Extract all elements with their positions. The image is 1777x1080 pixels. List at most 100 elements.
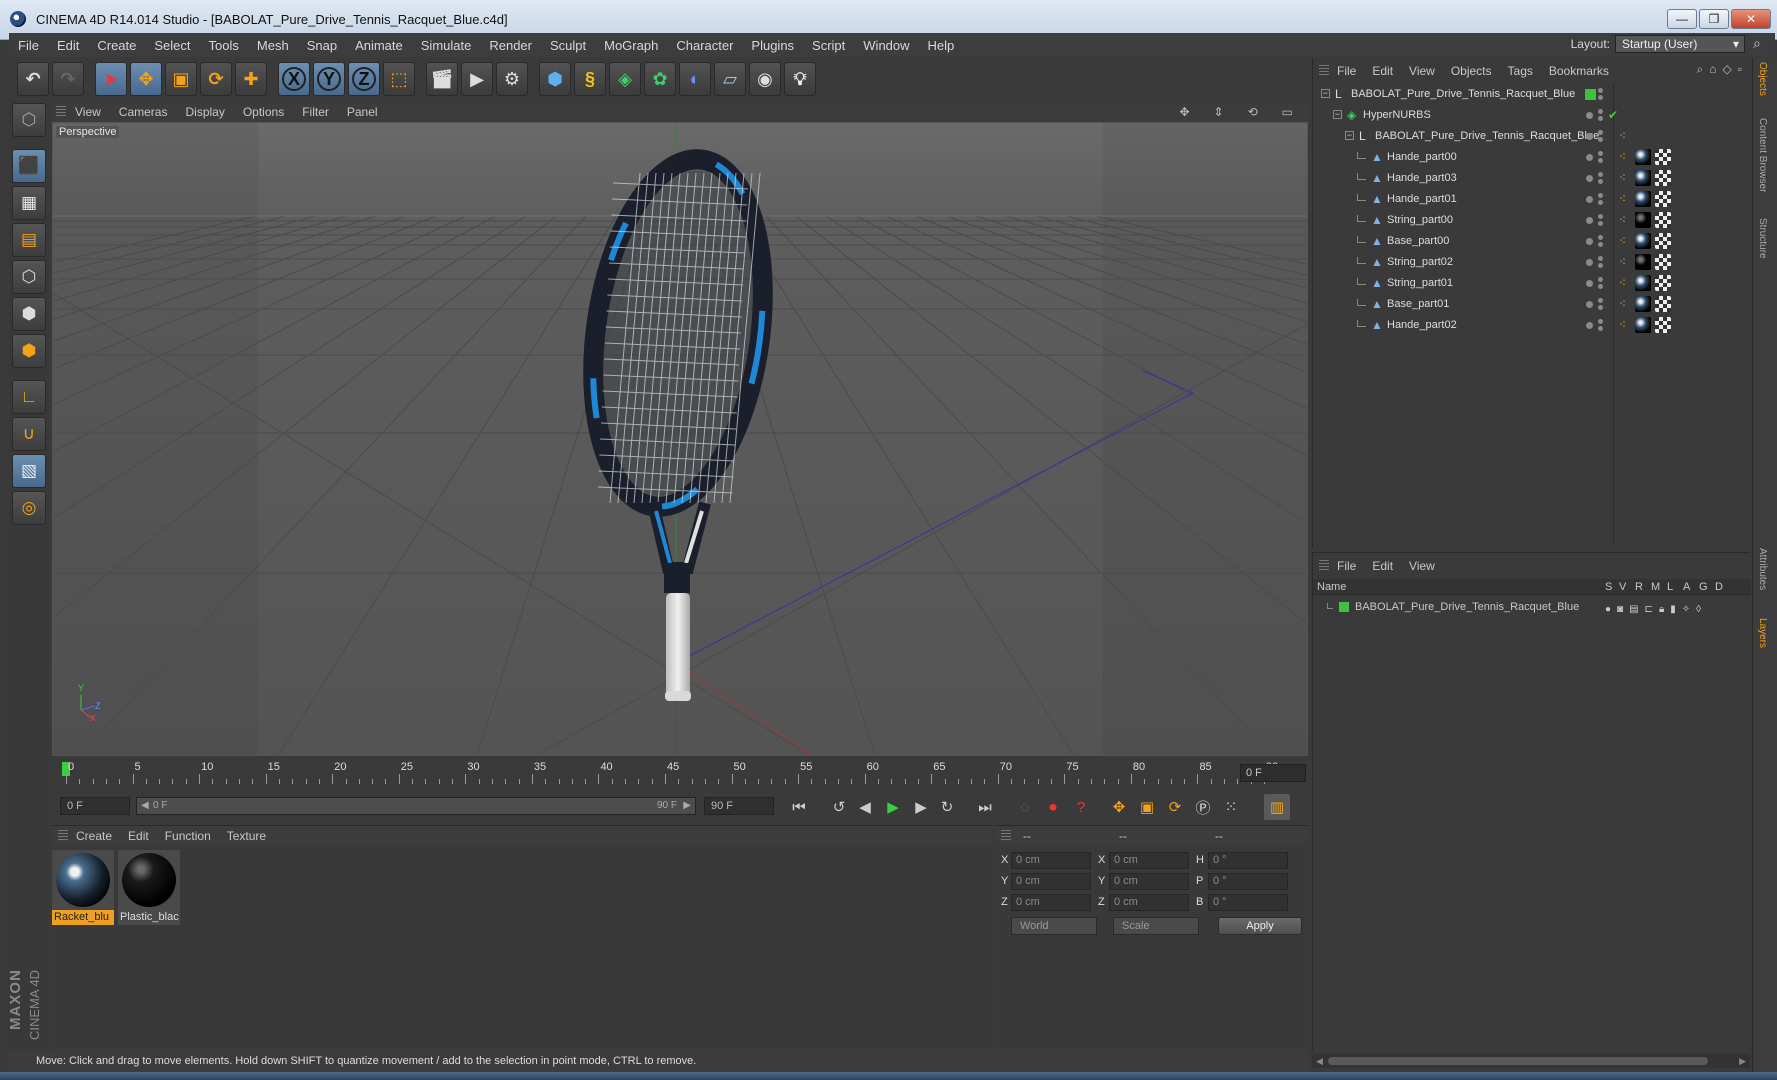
texture-mode-icon[interactable]: ▦: [12, 186, 46, 220]
menu-select[interactable]: Select: [154, 38, 190, 53]
object-row[interactable]: ▲ Base_part01 ⁖: [1313, 294, 1751, 314]
object-menu-objects[interactable]: Objects: [1451, 64, 1492, 78]
next-frame-icon[interactable]: ▶: [908, 794, 934, 820]
axis-mode-icon[interactable]: ∟: [12, 380, 46, 414]
object-menu-bookmarks[interactable]: Bookmarks: [1549, 64, 1609, 78]
key-parameter-icon[interactable]: Ⓟ: [1190, 794, 1216, 820]
rot-h-field[interactable]: 0 °: [1208, 852, 1288, 869]
timeline-window-icon[interactable]: ▥: [1264, 794, 1290, 820]
start-frame-field[interactable]: 0 F: [60, 797, 130, 815]
visibility-dot-icon[interactable]: [1586, 259, 1593, 266]
new-window-icon[interactable]: ▫: [1738, 62, 1742, 77]
menu-plugins[interactable]: Plugins: [751, 38, 794, 53]
coordinate-space-dropdown[interactable]: World: [1011, 917, 1097, 935]
pos-x-field[interactable]: 0 cm: [1011, 852, 1091, 869]
make-editable-icon[interactable]: ⬡: [12, 103, 46, 137]
render-dot-icon[interactable]: [1598, 95, 1603, 100]
coordinate-system-icon[interactable]: ⬚: [383, 62, 415, 96]
panel-grip[interactable]: [56, 106, 66, 118]
render-settings-icon[interactable]: ⚙: [496, 62, 528, 96]
array-icon[interactable]: ✿: [644, 62, 676, 96]
render-dot-icon[interactable]: [1598, 326, 1603, 331]
pos-z-field[interactable]: 0 cm: [1011, 894, 1091, 911]
layer-col-l[interactable]: L: [1667, 579, 1673, 595]
play-icon[interactable]: ▶: [880, 794, 906, 820]
render-dot-icon[interactable]: [1598, 137, 1603, 142]
texture-tag-icon[interactable]: [1655, 149, 1671, 165]
render-dot-icon[interactable]: [1598, 151, 1603, 156]
go-to-end-icon[interactable]: ⏭: [972, 794, 998, 820]
render-dot-icon[interactable]: [1598, 172, 1603, 177]
search-icon[interactable]: ⌕: [1697, 62, 1704, 77]
key-scale-icon[interactable]: ▣: [1134, 794, 1160, 820]
generator-toggle-icon[interactable]: ✧: [1682, 600, 1690, 620]
phong-tag-icon[interactable]: ⁖: [1619, 168, 1626, 188]
solo-toggle-icon[interactable]: ●: [1605, 600, 1611, 620]
phong-tag-icon[interactable]: ⁖: [1619, 189, 1626, 209]
render-dot-icon[interactable]: [1598, 214, 1603, 219]
x-axis-icon[interactable]: X: [278, 62, 310, 96]
phong-tag-icon[interactable]: ⁖: [1619, 210, 1626, 230]
texture-tag-icon[interactable]: [1655, 191, 1671, 207]
panel-grip[interactable]: [58, 830, 68, 842]
layer-col-name[interactable]: Name: [1317, 579, 1346, 595]
key-position-icon[interactable]: ✥: [1106, 794, 1132, 820]
layer-color-tag[interactable]: [1585, 89, 1596, 100]
size-z-field[interactable]: 0 cm: [1109, 894, 1189, 911]
manager-toggle-icon[interactable]: ⊏: [1645, 600, 1653, 620]
layer-menu-edit[interactable]: Edit: [1372, 559, 1393, 573]
render-dot-icon[interactable]: [1598, 242, 1603, 247]
viewport-menu-options[interactable]: Options: [243, 105, 284, 119]
object-row[interactable]: ▲ Base_part00 ⁖: [1313, 231, 1751, 251]
layer-row[interactable]: BABOLAT_Pure_Drive_Tennis_Racquet_Blue ●…: [1313, 597, 1751, 617]
tab-attributes[interactable]: Attributes: [1757, 548, 1768, 590]
visibility-dot-icon[interactable]: [1586, 322, 1593, 329]
phong-tag-icon[interactable]: ⁖: [1619, 294, 1626, 314]
visibility-dot-icon[interactable]: [1586, 133, 1593, 140]
size-y-field[interactable]: 0 cm: [1109, 873, 1189, 890]
viewport-menu-display[interactable]: Display: [185, 105, 224, 119]
menu-animate[interactable]: Animate: [355, 38, 403, 53]
polygons-mode-icon[interactable]: ⬢: [12, 334, 46, 368]
texture-tag-icon[interactable]: [1655, 275, 1671, 291]
deformer-icon[interactable]: ◐: [679, 62, 711, 96]
camera-icon[interactable]: ◉: [749, 62, 781, 96]
object-row[interactable]: − L BABOLAT_Pure_Drive_Tennis_Racquet_Blue…: [1313, 126, 1751, 146]
material-racket[interactable]: Racket_blu: [52, 850, 114, 925]
render-view-icon[interactable]: 🎬︎: [426, 62, 458, 96]
render-dot-icon[interactable]: [1598, 193, 1603, 198]
go-to-start-icon[interactable]: ⏮: [786, 794, 812, 820]
checkmark-icon[interactable]: ✔: [1608, 105, 1618, 125]
render-dot-icon[interactable]: [1598, 298, 1603, 303]
snap-icon[interactable]: ◎: [12, 491, 46, 525]
visibility-dot-icon[interactable]: [1586, 196, 1593, 203]
material-menu-create[interactable]: Create: [76, 829, 112, 843]
frame-range-slider[interactable]: ◀ 0 F 90 F ▶: [136, 797, 696, 815]
filter-icon[interactable]: ◇: [1723, 62, 1732, 77]
orbit-icon[interactable]: ⟲: [1248, 105, 1258, 119]
workplane-icon[interactable]: ▤: [12, 223, 46, 257]
timeline-ruler[interactable]: 051015202530354045505560657075808590: [52, 758, 1308, 788]
render-dot-icon[interactable]: [1598, 263, 1603, 268]
size-x-field[interactable]: 0 cm: [1109, 852, 1189, 869]
rot-p-field[interactable]: 0 °: [1208, 873, 1288, 890]
visibility-dot-icon[interactable]: [1586, 112, 1593, 119]
layer-col-g[interactable]: G: [1699, 579, 1708, 595]
spline-icon[interactable]: §: [574, 62, 606, 96]
material-tag-icon[interactable]: [1635, 149, 1651, 165]
record-icon[interactable]: ⏺: [1040, 794, 1066, 820]
texture-tag-icon[interactable]: [1655, 317, 1671, 333]
scale-icon[interactable]: ▣: [165, 62, 197, 96]
perspective-viewport[interactable]: Perspective Y Z X: [52, 122, 1308, 756]
material-tag-icon[interactable]: [1635, 233, 1651, 249]
phong-tag-icon[interactable]: ⁖: [1619, 252, 1626, 272]
material-menu-function[interactable]: Function: [165, 829, 211, 843]
menu-edit[interactable]: Edit: [57, 38, 79, 53]
object-row[interactable]: − ◈ HyperNURBS ✔: [1313, 105, 1751, 125]
nurbs-icon[interactable]: ◈: [609, 62, 641, 96]
panel-grip[interactable]: [1319, 560, 1329, 572]
object-row[interactable]: ▲ String_part01 ⁖: [1313, 273, 1751, 293]
material-tag-icon[interactable]: [1635, 170, 1651, 186]
render-dot-icon[interactable]: [1598, 284, 1603, 289]
visibility-dot-icon[interactable]: [1586, 238, 1593, 245]
